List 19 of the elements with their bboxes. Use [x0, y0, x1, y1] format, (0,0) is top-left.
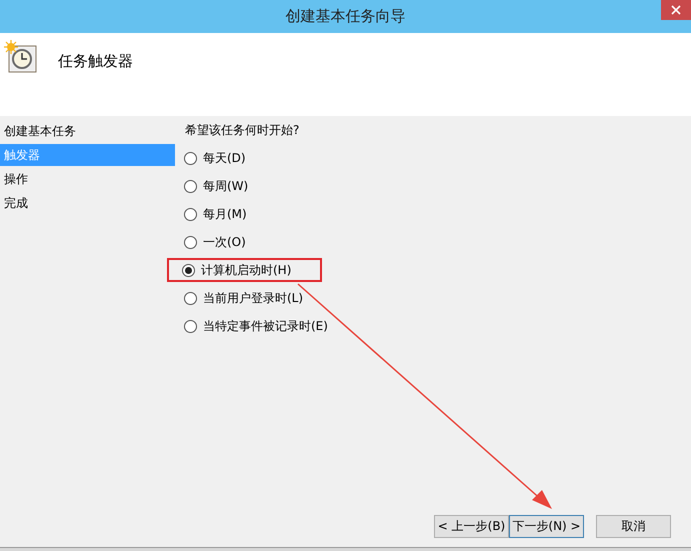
radio-option[interactable]: 每天(D): [184, 149, 246, 167]
close-button[interactable]: [661, 0, 691, 20]
header-title: 任务触发器: [58, 51, 133, 72]
close-icon: [671, 5, 681, 15]
radio-option[interactable]: 当特定事件被记录时(E): [184, 317, 328, 335]
question-text: 希望该任务何时开始?: [185, 122, 300, 139]
radio-option[interactable]: 当前用户登录时(L): [184, 289, 304, 307]
radio-option[interactable]: 计算机启动时(H): [182, 261, 292, 279]
sidebar-item[interactable]: 操作: [0, 168, 175, 190]
cancel-button[interactable]: 取消: [596, 514, 671, 538]
sidebar-item[interactable]: 完成: [0, 192, 175, 214]
sidebar-item[interactable]: 创建基本任务: [0, 120, 175, 142]
next-button[interactable]: 下一步(N) >: [509, 514, 584, 538]
radio-option[interactable]: 一次(O): [184, 233, 246, 251]
back-button[interactable]: < 上一步(B): [434, 514, 509, 538]
clock-icon: [4, 40, 38, 74]
radio-option[interactable]: 每月(M): [184, 205, 247, 223]
radio-option[interactable]: 每周(W): [184, 177, 248, 195]
window-title: 创建基本任务向导: [286, 6, 406, 28]
